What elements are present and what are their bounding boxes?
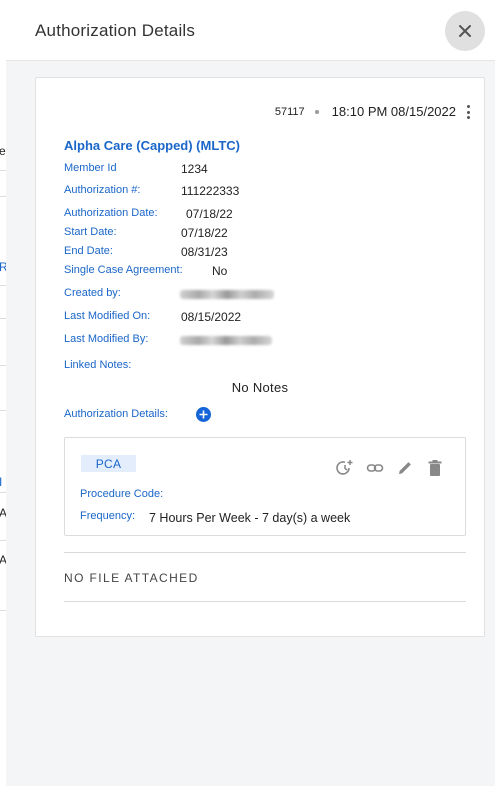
authorization-card: 57117 18:10 PM 08/15/2022 Alpha Care (Ca…	[35, 77, 485, 637]
divider	[64, 601, 466, 602]
member-id-label: Member Id	[64, 162, 117, 174]
close-icon	[459, 25, 471, 37]
auth-date-value: 07/18/22	[186, 207, 233, 221]
drawer-header: Authorization Details	[6, 0, 495, 61]
auth-number-label: Authorization #:	[64, 184, 141, 196]
divider	[64, 552, 466, 553]
frequency-value: 7 Hours Per Week - 7 day(s) a week	[149, 511, 351, 525]
drawer-title: Authorization Details	[35, 21, 196, 40]
member-id-value: 1234	[181, 162, 208, 176]
authorization-drawer: Authorization Details 57117 18:10 PM 08/…	[6, 0, 495, 786]
last-modified-on-label: Last Modified On:	[64, 310, 151, 322]
no-file-text: NO FILE ATTACHED	[64, 571, 199, 585]
record-meta: 57117 18:10 PM 08/15/2022	[275, 104, 456, 119]
bg-fragment: e	[0, 144, 6, 158]
edit-icon	[399, 462, 411, 474]
add-circle-icon	[199, 410, 208, 419]
history-add-icon	[336, 460, 353, 475]
last-modified-on-value: 08/15/2022	[181, 310, 242, 324]
single-case-label: Single Case Agreement:	[64, 264, 183, 276]
add-auth-detail-button[interactable]	[196, 407, 211, 422]
end-date-value: 08/31/23	[181, 245, 228, 259]
procedure-code-label: Procedure Code:	[80, 488, 164, 500]
more-vert-icon	[466, 105, 470, 108]
single-case-value: No	[212, 264, 228, 278]
history-add-button[interactable]	[335, 458, 355, 478]
frequency-label: Frequency:	[80, 510, 136, 522]
auth-detail-item: PCA Procedure Code: Frequency: 7 Hours P…	[64, 437, 466, 536]
edit-button[interactable]	[395, 458, 415, 478]
created-by-label: Created by:	[64, 287, 121, 299]
no-notes-text: No Notes	[231, 380, 289, 395]
auth-date-label: Authorization Date:	[64, 207, 158, 219]
service-chip: PCA	[81, 455, 136, 472]
auth-details-label: Authorization Details:	[64, 408, 168, 420]
record-timestamp: 18:10 PM 08/15/2022	[331, 104, 456, 119]
last-modified-by-redacted	[180, 336, 272, 345]
bg-fragment: I	[0, 475, 3, 489]
record-id: 57117	[274, 105, 305, 118]
linked-notes-label: Linked Notes:	[64, 359, 132, 371]
more-menu-button[interactable]	[460, 104, 476, 120]
link-icon	[366, 464, 384, 472]
end-date-label: End Date:	[64, 245, 113, 257]
delete-button[interactable]	[425, 458, 445, 478]
link-button[interactable]	[365, 458, 385, 478]
start-date-value: 07/18/22	[181, 226, 228, 240]
start-date-label: Start Date:	[64, 226, 117, 238]
separator-dot	[314, 109, 319, 114]
auth-number-value: 111222333	[181, 184, 240, 198]
delete-icon	[428, 460, 442, 476]
last-modified-by-label: Last Modified By:	[64, 333, 149, 345]
organization-name: Alpha Care (Capped) (MLTC)	[64, 138, 240, 153]
created-by-redacted	[180, 290, 274, 299]
close-button[interactable]	[445, 11, 485, 51]
